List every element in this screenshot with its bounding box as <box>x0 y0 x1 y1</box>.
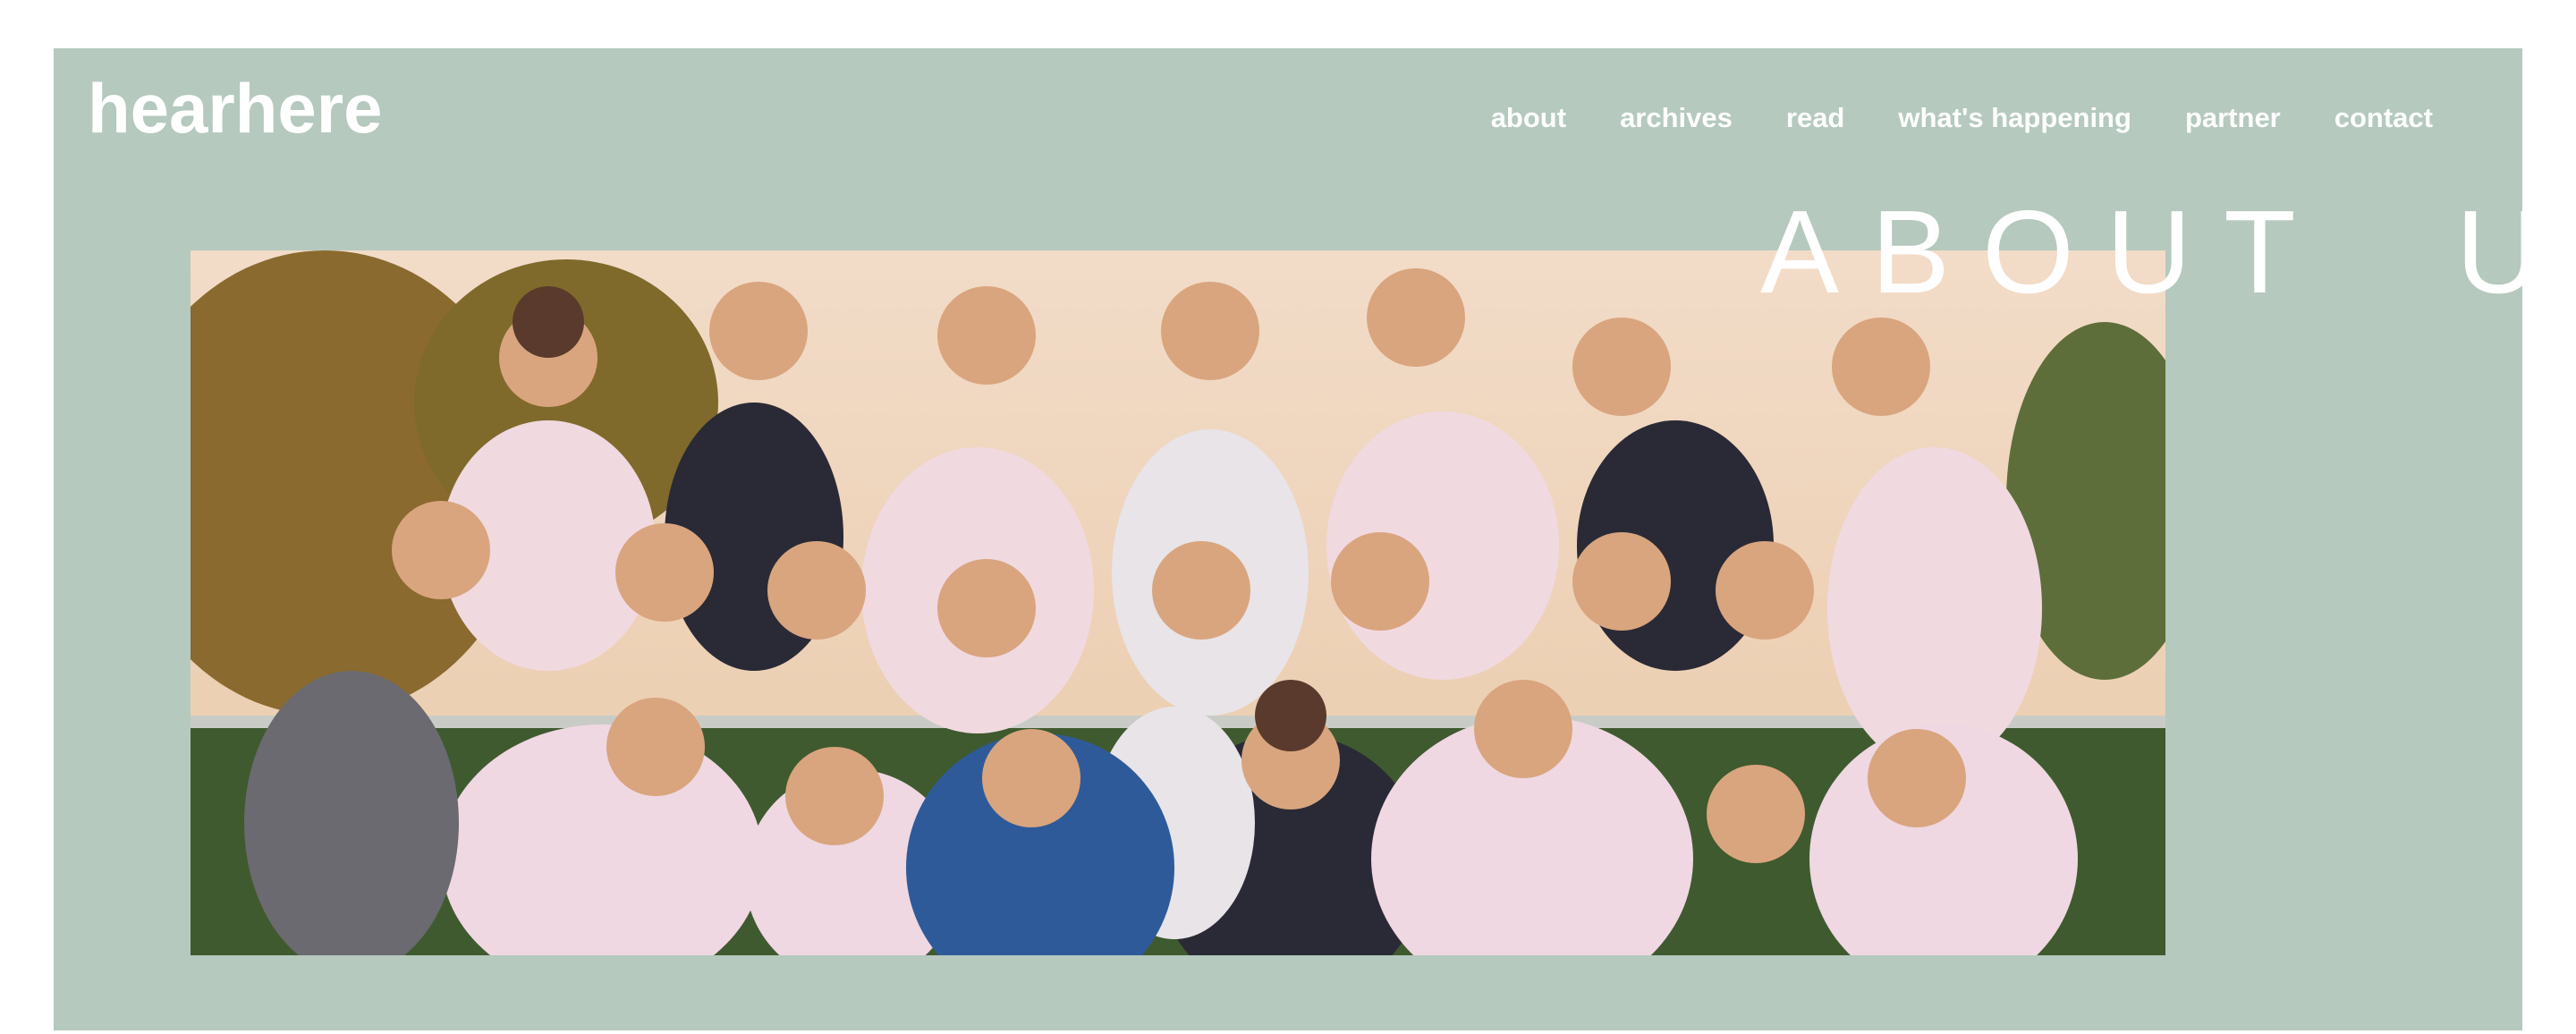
group-photo <box>191 250 2165 955</box>
nav-item-read[interactable]: read <box>1786 102 1844 134</box>
nav-item-contact[interactable]: contact <box>2334 102 2433 134</box>
main-nav: about archives read what's happening par… <box>1491 102 2433 134</box>
site-logo[interactable]: hearhere <box>88 73 383 143</box>
page-title: ABOUT US <box>1760 186 2576 318</box>
nav-item-whats-happening[interactable]: what's happening <box>1898 102 2131 134</box>
nav-item-about[interactable]: about <box>1491 102 1566 134</box>
group-photo-image <box>191 250 2165 955</box>
nav-item-partner[interactable]: partner <box>2185 102 2281 134</box>
page-panel: hearhere about archives read what's happ… <box>54 48 2576 1030</box>
nav-item-archives[interactable]: archives <box>1620 102 1733 134</box>
